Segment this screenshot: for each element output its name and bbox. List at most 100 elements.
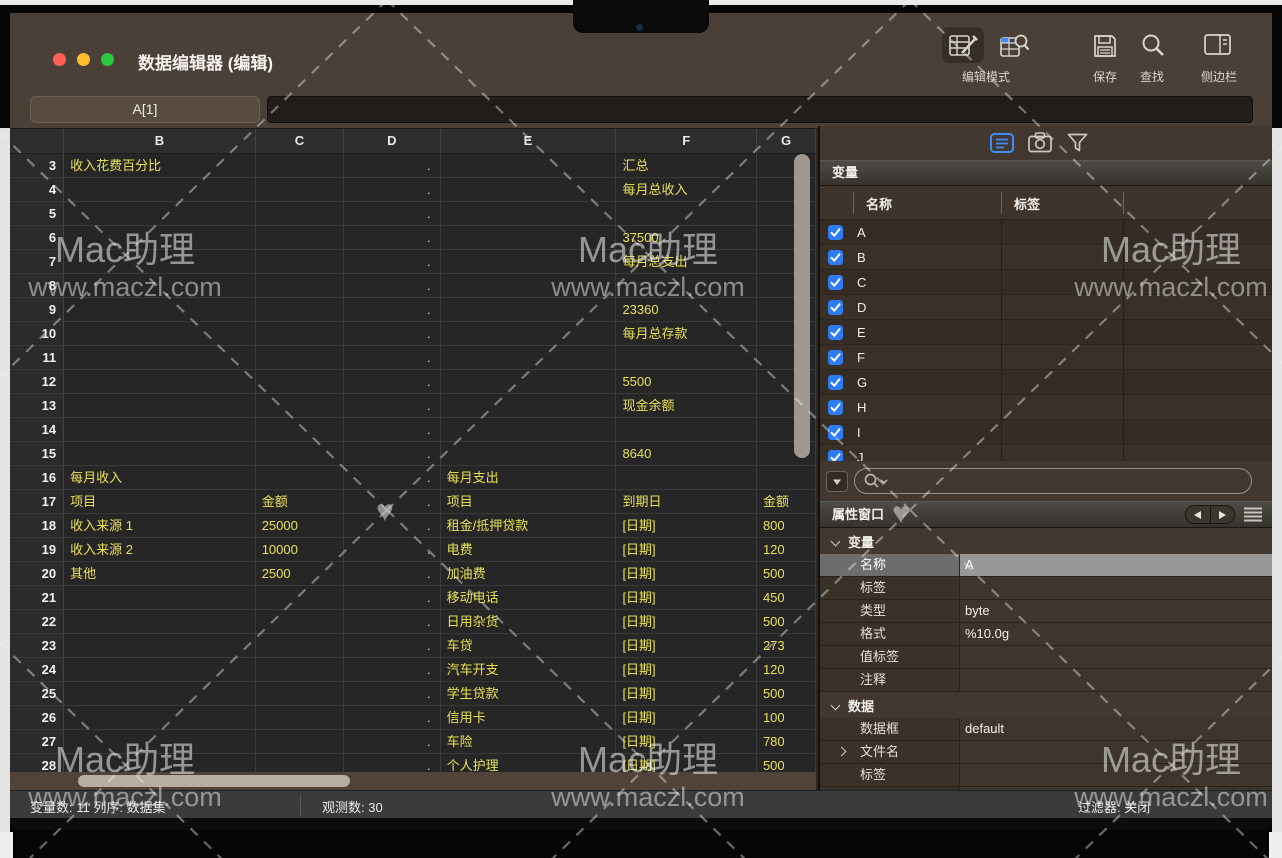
cell-B20[interactable]: 其他 (64, 562, 256, 586)
cell-B26[interactable] (64, 706, 256, 730)
property-value[interactable]: %10.0g (960, 623, 1272, 645)
cell-F5[interactable] (616, 202, 757, 226)
row-header-10[interactable]: 10 (10, 322, 64, 346)
previous-variable-button[interactable] (1186, 506, 1210, 523)
cell-D26[interactable]: . (344, 706, 440, 730)
cell-B27[interactable] (64, 730, 256, 754)
checkbox-B[interactable] (828, 250, 843, 265)
cell-B10[interactable] (64, 322, 256, 346)
cell-C26[interactable] (256, 706, 344, 730)
cell-D3[interactable]: . (344, 154, 440, 178)
cell-G16[interactable] (757, 466, 816, 490)
cell-C25[interactable] (256, 682, 344, 706)
cell-E21[interactable]: 移动电话 (441, 586, 617, 610)
row-header-3[interactable]: 3 (10, 154, 64, 178)
checkbox-I[interactable] (828, 425, 843, 440)
cell-D17[interactable]: . (344, 490, 440, 514)
checkbox-C[interactable] (828, 275, 843, 290)
cell-E16[interactable]: 每月支出 (441, 466, 617, 490)
row-header-25[interactable]: 25 (10, 682, 64, 706)
properties-menu-icon[interactable] (1244, 507, 1262, 527)
checkbox-H[interactable] (828, 400, 843, 415)
property-value[interactable] (960, 646, 1272, 668)
cell-reference-box[interactable]: A[1] (30, 96, 260, 123)
cell-E26[interactable]: 信用卡 (441, 706, 617, 730)
cell-B16[interactable]: 每月收入 (64, 466, 256, 490)
formula-input[interactable] (267, 96, 1253, 123)
cell-C8[interactable] (256, 274, 344, 298)
cell-B4[interactable] (64, 178, 256, 202)
cell-F9[interactable]: 23360 (616, 298, 757, 322)
cell-C10[interactable] (256, 322, 344, 346)
cell-F18[interactable]: [日期] (616, 514, 757, 538)
column-header-G[interactable]: G (757, 129, 816, 154)
cell-B17[interactable]: 项目 (64, 490, 256, 514)
cell-E22[interactable]: 日用杂货 (441, 610, 617, 634)
cell-G17[interactable]: 金额 (757, 490, 816, 514)
checkbox-F[interactable] (828, 350, 843, 365)
property-value[interactable]: default (960, 718, 1272, 740)
cell-D11[interactable]: . (344, 346, 440, 370)
cell-D20[interactable]: . (344, 562, 440, 586)
cell-C19[interactable]: 10000 (256, 538, 344, 562)
cell-C15[interactable] (256, 442, 344, 466)
cell-D7[interactable]: . (344, 250, 440, 274)
horizontal-scrollbar-thumb[interactable] (78, 775, 350, 787)
cell-D15[interactable]: . (344, 442, 440, 466)
cell-G27[interactable]: 780 (757, 730, 816, 754)
cell-F27[interactable]: [日期] (616, 730, 757, 754)
cell-F8[interactable] (616, 274, 757, 298)
cell-C23[interactable] (256, 634, 344, 658)
filter-funnel-icon[interactable] (1067, 133, 1088, 157)
row-header-15[interactable]: 15 (10, 442, 64, 466)
cell-B23[interactable] (64, 634, 256, 658)
cell-B8[interactable] (64, 274, 256, 298)
checkbox-A[interactable] (828, 225, 843, 240)
cell-B3[interactable]: 收入花费百分比 (64, 154, 256, 178)
cell-B15[interactable] (64, 442, 256, 466)
cell-E14[interactable] (441, 418, 617, 442)
row-header-20[interactable]: 20 (10, 562, 64, 586)
cell-B25[interactable] (64, 682, 256, 706)
property-row[interactable]: 类型byte (820, 600, 1272, 623)
cell-E8[interactable] (441, 274, 617, 298)
cell-B19[interactable]: 收入来源 2 (64, 538, 256, 562)
checkbox-D[interactable] (828, 300, 843, 315)
cell-F22[interactable]: [日期] (616, 610, 757, 634)
variable-row-A[interactable]: A (820, 220, 1272, 245)
cell-G24[interactable]: 120 (757, 658, 816, 682)
cell-C20[interactable]: 2500 (256, 562, 344, 586)
row-header-7[interactable]: 7 (10, 250, 64, 274)
checkbox-G[interactable] (828, 375, 843, 390)
close-window-button[interactable] (53, 53, 66, 66)
cell-D6[interactable]: . (344, 226, 440, 250)
cell-G26[interactable]: 100 (757, 706, 816, 730)
next-variable-button[interactable] (1211, 506, 1235, 523)
row-header-21[interactable]: 21 (10, 586, 64, 610)
sidebar-label[interactable]: 侧边栏 (1190, 68, 1248, 85)
row-header-18[interactable]: 18 (10, 514, 64, 538)
grid-corner-cell[interactable] (10, 129, 64, 154)
cell-E11[interactable] (441, 346, 617, 370)
cell-E18[interactable]: 租金/抵押贷款 (441, 514, 617, 538)
cell-G23[interactable]: 273 (757, 634, 816, 658)
property-value[interactable] (960, 741, 1272, 763)
vertical-scrollbar-thumb[interactable] (794, 154, 810, 458)
cell-D4[interactable]: . (344, 178, 440, 202)
property-value[interactable] (960, 764, 1272, 786)
cell-E9[interactable] (441, 298, 617, 322)
variable-row-I[interactable]: I (820, 420, 1272, 445)
cell-F14[interactable] (616, 418, 757, 442)
cell-C12[interactable] (256, 370, 344, 394)
cell-D13[interactable]: . (344, 394, 440, 418)
snapshot-camera-icon[interactable] (1028, 132, 1052, 158)
cell-D22[interactable]: . (344, 610, 440, 634)
cell-B9[interactable] (64, 298, 256, 322)
cell-E24[interactable]: 汽车开支 (441, 658, 617, 682)
checkbox-E[interactable] (828, 325, 843, 340)
row-header-13[interactable]: 13 (10, 394, 64, 418)
cell-E13[interactable] (441, 394, 617, 418)
cell-F26[interactable]: [日期] (616, 706, 757, 730)
variables-search-input[interactable] (890, 470, 1240, 492)
property-row[interactable]: 文件名 (820, 741, 1272, 764)
